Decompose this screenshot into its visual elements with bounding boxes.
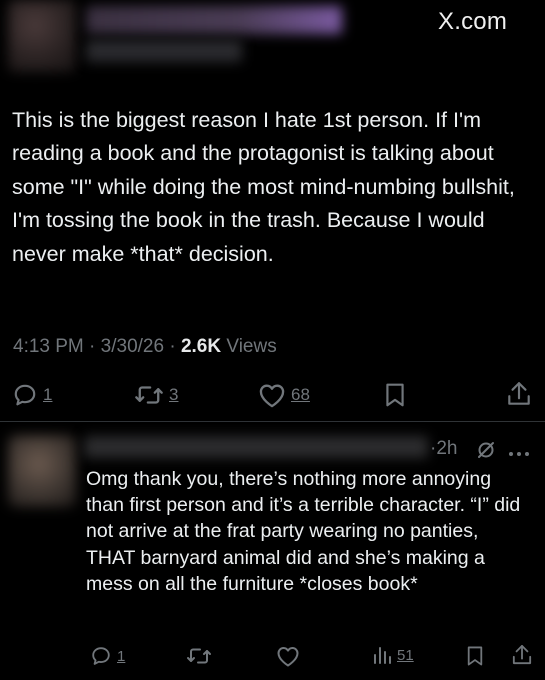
heart-icon (259, 384, 285, 408)
reply-like-button[interactable] (276, 645, 300, 667)
bar-chart-icon (374, 647, 391, 664)
views-count: 2.6K (180, 336, 222, 357)
more-dots-icon (509, 452, 529, 456)
reply-author-avatar[interactable] (8, 435, 76, 507)
repost-count: 3 (169, 385, 179, 404)
repost-icon (135, 386, 163, 404)
reply-repost-button[interactable] (186, 645, 212, 667)
views-label: Views (226, 336, 277, 357)
repost-icon (187, 648, 211, 664)
reply-bookmark-button[interactable] (466, 645, 484, 667)
more-button[interactable] (508, 445, 530, 463)
tweet-meta: 4:13 PM · 3/30/26 · 2.6K Views (13, 336, 277, 358)
tweet-time[interactable]: 4:13 PM (13, 336, 84, 357)
repost-button[interactable]: 3 (134, 382, 178, 408)
bookmark-icon (467, 646, 483, 666)
bookmark-button[interactable] (384, 382, 406, 408)
divider (0, 421, 545, 422)
reply-time: 2h (436, 438, 458, 459)
reply-reply-button[interactable]: 1 (90, 645, 125, 667)
author-name-redacted[interactable] (86, 6, 342, 34)
reply-views-count: 51 (397, 646, 414, 664)
reply-count: 1 (43, 385, 53, 404)
watermark: X.com (438, 8, 508, 35)
reply-timestamp[interactable]: ·2h (430, 438, 457, 460)
reply-reply-count: 1 (117, 647, 126, 665)
reply-author-name-redacted[interactable] (84, 436, 428, 458)
share-icon (512, 645, 532, 665)
heart-icon (277, 647, 299, 667)
share-icon (508, 382, 530, 405)
reply-text: Omg thank you, there’s nothing more anno… (86, 468, 521, 595)
grok-button[interactable] (476, 440, 496, 465)
speech-bubble-icon (14, 384, 36, 406)
speech-bubble-icon (92, 647, 110, 665)
reply-views-button[interactable]: 51 (372, 645, 414, 665)
share-button[interactable] (507, 380, 531, 408)
tweet-text: This is the biggest reason I hate 1st pe… (12, 108, 515, 266)
author-avatar[interactable] (8, 0, 76, 72)
author-handle-redacted (86, 40, 242, 62)
reply-button[interactable]: 1 (12, 382, 52, 408)
bookmark-icon (386, 383, 404, 407)
grok-icon (478, 442, 494, 458)
tweet-date[interactable]: 3/30/26 (101, 336, 164, 357)
reply-share-button[interactable] (512, 643, 532, 667)
like-button[interactable]: 68 (258, 382, 310, 408)
meta-separator: · (89, 336, 101, 357)
like-count: 68 (291, 385, 310, 404)
meta-separator: · (169, 336, 181, 357)
